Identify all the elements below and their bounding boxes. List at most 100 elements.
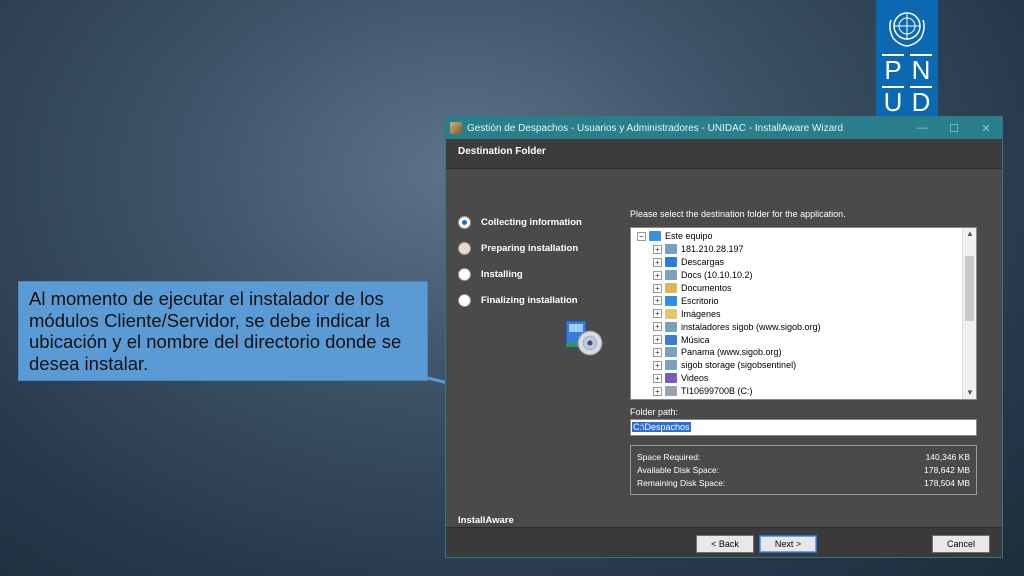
logo-letter: P bbox=[882, 54, 904, 84]
maximize-button[interactable]: ☐ bbox=[938, 122, 970, 135]
tree-item-label: Música bbox=[681, 334, 710, 345]
tree-item[interactable]: − Este equipo bbox=[631, 230, 963, 243]
tree-item-label: Este equipo bbox=[665, 231, 713, 242]
space-label: Remaining Disk Space: bbox=[637, 478, 726, 488]
disk-space-info: Space Required: 140,346 KB Available Dis… bbox=[630, 445, 977, 495]
tree-item[interactable]: +181.210.28.197 bbox=[631, 243, 963, 256]
tree-item[interactable]: +Datos (D:) bbox=[631, 398, 963, 399]
step-label: Collecting information bbox=[481, 216, 582, 228]
tree-item[interactable]: + Escritorio bbox=[631, 294, 963, 307]
wizard-body: Collecting information Preparing install… bbox=[446, 169, 1002, 515]
step-item: Installing bbox=[458, 261, 582, 287]
logo-letter: D bbox=[910, 86, 932, 117]
scroll-up-icon[interactable]: ▲ bbox=[963, 228, 976, 240]
tree-expander-icon[interactable]: + bbox=[653, 322, 662, 332]
space-row: Remaining Disk Space: 178,504 MB bbox=[637, 478, 970, 491]
tree-item-label: Videos bbox=[681, 373, 709, 384]
callout-box: Al momento de ejecutar el instalador de … bbox=[18, 281, 428, 381]
step-item: Finalizing installation bbox=[458, 287, 582, 313]
page-title: Destination Folder bbox=[446, 139, 1002, 169]
folder-path-value[interactable]: C:\Despachos bbox=[632, 422, 691, 432]
space-value: 178,504 MB bbox=[924, 478, 970, 488]
step-label: Preparing installation bbox=[481, 242, 579, 254]
space-label: Space Required: bbox=[637, 452, 701, 462]
step-item: Preparing installation bbox=[458, 235, 582, 261]
un-emblem-icon bbox=[882, 4, 932, 50]
music-folder-icon bbox=[665, 334, 677, 345]
tree-scrollbar[interactable]: ▲ ▼ bbox=[962, 228, 976, 399]
brand-label: InstallAware bbox=[458, 515, 514, 526]
tree-expander-icon[interactable]: + bbox=[653, 335, 662, 345]
minimize-button[interactable]: — bbox=[906, 122, 938, 134]
tree-expander-icon[interactable]: + bbox=[653, 360, 662, 370]
tree-expander-icon[interactable]: − bbox=[637, 231, 646, 241]
download-folder-icon bbox=[665, 257, 677, 268]
tree-item-label: Escritorio bbox=[681, 295, 719, 306]
space-label: Available Disk Space: bbox=[637, 465, 720, 475]
space-row: Space Required: 140,346 KB bbox=[637, 452, 970, 465]
back-button[interactable]: < Back bbox=[696, 535, 754, 553]
tree-item[interactable]: + sigob storage (sigobsentinel) bbox=[631, 359, 963, 372]
tree-item[interactable]: + Docs (10.10.10.2) bbox=[631, 269, 963, 282]
folder-path-input[interactable]: C:\Despachos bbox=[630, 419, 977, 436]
steps-list: Collecting information Preparing install… bbox=[458, 209, 582, 313]
destination-prompt: Please select the destination folder for… bbox=[630, 209, 846, 219]
tree-item-label: Imágenes bbox=[681, 308, 721, 319]
scroll-thumb[interactable] bbox=[965, 256, 974, 321]
local-disk-icon bbox=[665, 386, 677, 397]
tree-item[interactable]: + Documentos bbox=[631, 282, 963, 295]
callout-text: Al momento de ejecutar el instalador de … bbox=[29, 288, 402, 374]
videos-folder-icon bbox=[665, 373, 677, 384]
network-drive-icon bbox=[665, 347, 677, 358]
space-value: 140,346 KB bbox=[925, 452, 970, 462]
tree-expander-icon[interactable]: + bbox=[653, 347, 662, 357]
network-drive-icon bbox=[665, 321, 677, 332]
tree-expander-icon[interactable]: + bbox=[653, 244, 662, 254]
close-button[interactable]: ✕ bbox=[970, 122, 1002, 135]
scroll-down-icon[interactable]: ▼ bbox=[963, 387, 976, 399]
tree-item-label: Docs (10.10.10.2) bbox=[681, 270, 753, 281]
pictures-folder-icon bbox=[665, 308, 677, 319]
step-radio bbox=[458, 241, 471, 255]
tree-expander-icon[interactable]: + bbox=[653, 296, 662, 306]
logo-letter: N bbox=[910, 54, 932, 85]
next-button[interactable]: Next > bbox=[759, 535, 817, 553]
folder-tree[interactable]: − Este equipo +181.210.28.197 + Descargas + Do… bbox=[630, 227, 977, 400]
title-bar[interactable]: Gestión de Despachos - Usuarios y Admini… bbox=[446, 117, 1002, 139]
tree-item-label: TI10699700B (C:) bbox=[681, 386, 753, 397]
tree-item[interactable]: + Descargas bbox=[631, 256, 963, 269]
tree-item[interactable]: + instaladores sigob (www.sigob.org) bbox=[631, 320, 963, 333]
tree-item-label: Panama (www.sigob.org) bbox=[681, 347, 782, 358]
tree-item-label: 181.210.28.197 bbox=[681, 244, 744, 255]
tree-item[interactable]: + Imágenes bbox=[631, 307, 963, 320]
folder-path-label: Folder path: bbox=[630, 407, 679, 417]
window-title: Gestión de Despachos - Usuarios y Admini… bbox=[467, 122, 844, 134]
tree-expander-icon[interactable]: + bbox=[653, 283, 662, 293]
tree-item-label: Descargas bbox=[681, 257, 725, 268]
tree-expander-icon[interactable]: + bbox=[653, 373, 662, 383]
network-drive-icon bbox=[665, 270, 677, 281]
step-item: Collecting information bbox=[458, 209, 582, 235]
step-radio-active bbox=[458, 215, 471, 229]
step-radio bbox=[458, 267, 471, 281]
step-label: Finalizing installation bbox=[481, 294, 578, 306]
tree-expander-icon[interactable]: + bbox=[653, 309, 662, 319]
network-drive-icon bbox=[665, 360, 677, 371]
app-icon bbox=[450, 122, 462, 134]
tree-item-label: sigob storage (sigobsentinel) bbox=[681, 360, 797, 371]
space-row: Available Disk Space: 178,642 MB bbox=[637, 465, 970, 478]
tree-item[interactable]: + Videos bbox=[631, 372, 963, 385]
cancel-button[interactable]: Cancel bbox=[932, 535, 990, 553]
tree-item-label: instaladores sigob (www.sigob.org) bbox=[681, 321, 821, 332]
tree-item[interactable]: + Música bbox=[631, 333, 963, 346]
tree-item[interactable]: + TI10699700B (C:) bbox=[631, 385, 963, 398]
tree-item[interactable]: + Panama (www.sigob.org) bbox=[631, 346, 963, 359]
step-label: Installing bbox=[481, 268, 523, 280]
tree-expander-icon[interactable]: + bbox=[653, 386, 662, 396]
desktop-folder-icon bbox=[665, 295, 677, 306]
undp-logo: P N U D bbox=[876, 0, 938, 116]
tree-expander-icon[interactable]: + bbox=[653, 257, 662, 267]
tree-item-label: Documentos bbox=[681, 283, 732, 293]
tree-expander-icon[interactable]: + bbox=[653, 270, 662, 280]
button-bar: < Back Next > Cancel bbox=[446, 527, 1002, 557]
